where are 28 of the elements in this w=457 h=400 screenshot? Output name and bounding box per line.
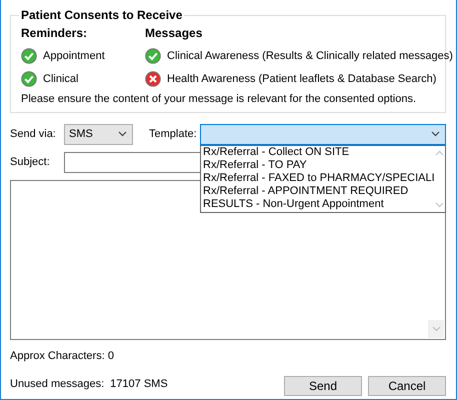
template-dropdown[interactable] [200,124,446,144]
chevron-down-icon [431,131,440,137]
unused-messages-label: Unused messages: [10,378,104,390]
chevron-down-icon [432,326,440,332]
template-option[interactable]: RESULTS - Non-Urgent Appointment [203,198,435,211]
section-heading: Reminders: [21,26,88,41]
cancel-button[interactable]: Cancel [368,376,446,396]
send-via-label: Send via: [10,128,57,140]
consent-label: Clinical [43,72,78,84]
send-button[interactable]: Send [284,376,362,396]
template-option[interactable]: Rx/Referral - Collect ON SITE [203,146,435,159]
subject-label: Subject: [10,156,51,168]
template-option[interactable]: Rx/Referral - TO PAY [203,159,435,172]
section-heading: Messages [145,26,204,41]
consent-note: Please ensure the content of your message is relevant for the consented options. [21,93,418,105]
unused-messages-value: 17107 SMS [110,378,168,390]
send-via-dropdown[interactable]: SMS [64,124,133,144]
consent-label: Health Awareness (Patient leaflets & Database Search) [167,72,436,84]
chevron-down-icon [118,131,127,137]
group-title: Patient Consents to Receive [20,8,184,22]
consent-label: Appointment [43,50,105,62]
approx-characters: Approx Characters: 0 [10,350,115,362]
chevron-up-icon [435,150,444,156]
consent-label: Clinical Awareness (Results & Clinically related messages) [167,50,453,62]
template-option[interactable]: Rx/Referral - APPOINTMENT REQUIRED [203,185,435,198]
chevron-down-icon [435,202,444,208]
template-option[interactable]: Rx/Referral - FAXED to PHARMACY/SPECIALI [203,172,435,185]
template-label: Template: [149,128,198,140]
